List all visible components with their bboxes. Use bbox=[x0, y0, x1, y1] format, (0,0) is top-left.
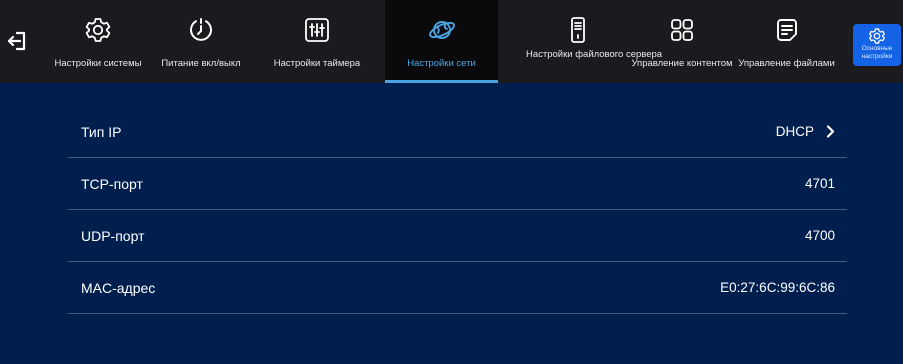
top-toolbar: Настройки системы Питание вкл/выкл Настр… bbox=[0, 0, 903, 83]
tab-file-server-settings[interactable]: Настройки файлового сервера bbox=[526, 0, 663, 83]
mac-address-value: E0:27:6C:99:6C:86 bbox=[720, 280, 835, 295]
sliders-icon bbox=[303, 16, 331, 44]
row-label: UDP-порт bbox=[81, 227, 145, 244]
tab-label: Настройки сети bbox=[407, 58, 476, 69]
tab-label: Управление файлами bbox=[738, 58, 835, 69]
tab-label: Настройки файлового сервера bbox=[526, 49, 663, 60]
power-clock-icon bbox=[187, 16, 215, 44]
globe-icon bbox=[428, 16, 456, 44]
tab-label: Настройки таймера bbox=[273, 58, 361, 69]
tab-label: Управление контентом bbox=[631, 58, 733, 69]
row-label: Тип IP bbox=[81, 123, 122, 140]
server-icon bbox=[564, 16, 592, 44]
gear-icon bbox=[84, 16, 112, 44]
tab-system-settings[interactable]: Настройки системы bbox=[48, 0, 148, 83]
udp-port-value: 4700 bbox=[804, 228, 835, 243]
tab-network-settings[interactable]: Настройки сети bbox=[385, 0, 498, 83]
basic-settings-label: Основные настройки bbox=[861, 45, 893, 60]
back-button[interactable] bbox=[6, 29, 28, 53]
gear-icon bbox=[868, 27, 886, 45]
active-tab-indicator bbox=[385, 80, 498, 83]
chevron-right-icon bbox=[826, 125, 835, 138]
ip-type-row[interactable]: Тип IP DHCP bbox=[68, 106, 847, 158]
document-icon bbox=[773, 16, 801, 44]
row-value: DHCP bbox=[776, 124, 835, 139]
network-settings-list: Тип IP DHCP TCP-порт 4701 UDP-порт 4700 … bbox=[68, 106, 847, 314]
tab-label: Питание вкл/выкл bbox=[161, 58, 241, 69]
mac-address-row: MAC-адрес E0:27:6C:99:6C:86 bbox=[68, 262, 847, 314]
tcp-port-row: TCP-порт 4701 bbox=[68, 158, 847, 210]
tab-power-schedule[interactable]: Питание вкл/выкл bbox=[155, 0, 247, 83]
tcp-port-value: 4701 bbox=[804, 176, 835, 191]
tab-label: Настройки системы bbox=[54, 58, 142, 69]
tab-file-management[interactable]: Управление файлами bbox=[737, 0, 836, 83]
tab-content-management[interactable]: Управление контентом bbox=[628, 0, 736, 83]
basic-settings-button[interactable]: Основные настройки bbox=[853, 24, 901, 66]
udp-port-row: UDP-порт 4700 bbox=[68, 210, 847, 262]
grid-icon bbox=[668, 16, 696, 44]
exit-arrow-icon bbox=[6, 31, 28, 57]
tab-timer-settings[interactable]: Настройки таймера bbox=[258, 0, 376, 83]
row-label: MAC-адрес bbox=[81, 279, 156, 296]
ip-type-value: DHCP bbox=[775, 124, 814, 139]
row-label: TCP-порт bbox=[81, 175, 143, 192]
